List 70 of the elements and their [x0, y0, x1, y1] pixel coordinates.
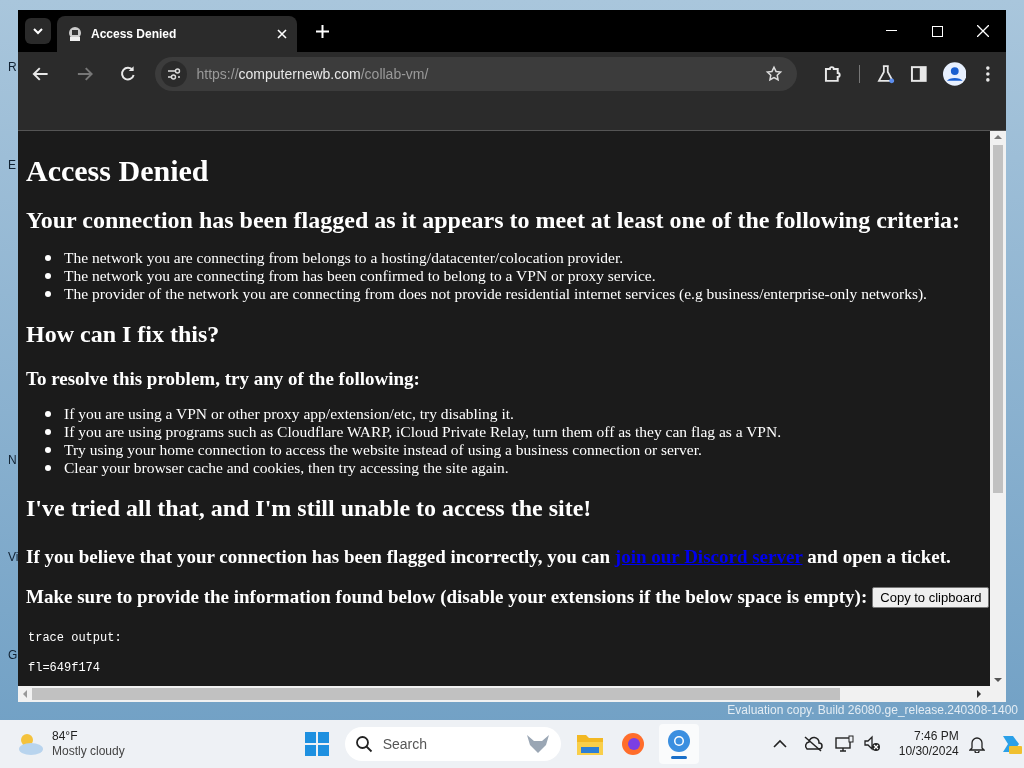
bullet-icon — [45, 429, 51, 435]
clock-time[interactable]: 7:46 PM — [914, 729, 959, 744]
maximize-icon — [931, 25, 943, 37]
folder-icon[interactable] — [576, 733, 603, 755]
minimize-icon — [885, 30, 897, 32]
browser-tab[interactable]: Access Denied — [57, 16, 297, 52]
clock-date[interactable]: 10/30/2024 — [898, 744, 959, 759]
trace-output-line: trace output: — [28, 631, 122, 645]
favicon-icon — [67, 26, 83, 42]
address-bar[interactable]: https://computernewb.com/collab-vm/ — [154, 57, 797, 91]
bullet-icon — [45, 411, 51, 417]
scrollbar-thumb[interactable] — [993, 145, 1003, 493]
scrollbar-thumb[interactable] — [32, 688, 840, 700]
windows-start-icon[interactable] — [304, 732, 329, 756]
creature-icon — [524, 733, 551, 755]
list-item-text: If you are using programs such as Cloudflare WARP, iCloud Private Relay, turn them off as they can flag as a VPN. — [64, 423, 782, 441]
copy-button[interactable]: Copy to clipboard — [872, 586, 990, 608]
section-heading: How can I fix this? — [26, 320, 220, 349]
bullet-icon — [45, 273, 51, 279]
bell-icon[interactable] — [968, 735, 985, 753]
section-heading: I've tried all that, and I'm still unable to access the site! — [26, 494, 592, 523]
speaker-muted-icon[interactable] — [862, 735, 881, 753]
vertical-scrollbar[interactable] — [990, 131, 1006, 686]
puzzle-icon[interactable] — [822, 64, 843, 84]
chevron-up-icon[interactable] — [772, 739, 787, 749]
flask-icon[interactable] — [875, 64, 896, 84]
new-tab-button[interactable] — [315, 24, 329, 38]
desktop-icon-label[interactable]: R — [8, 58, 17, 76]
desktop-icon-label[interactable]: E — [8, 156, 16, 174]
browser-icon — [666, 729, 691, 753]
desktop-icon-label[interactable]: N — [8, 451, 17, 469]
paragraph-text: Make sure to provide the information found below (disable your extensions if the below space is empty): — [26, 585, 868, 609]
cloud-off-icon[interactable] — [802, 736, 823, 752]
chevron-down-icon — [33, 27, 43, 35]
desktop-icon-label[interactable]: G — [8, 646, 18, 664]
star-icon[interactable] — [764, 65, 783, 83]
firefox-icon[interactable] — [620, 732, 645, 756]
section-heading: Your connection has been flagged as it appears to meet at least one of the following criteria: — [26, 206, 961, 235]
watermark-text: Evaluation copy. Build 26080.ge_release.240308-1400 — [727, 702, 1018, 719]
side-panel-icon[interactable] — [909, 64, 929, 84]
tab-title: Access Denied — [91, 26, 177, 43]
search-field[interactable]: Search — [344, 727, 561, 761]
page-heading: Access Denied — [26, 153, 209, 189]
weather-condition-text: Mostly cloudy — [52, 744, 125, 759]
bullet-icon — [45, 465, 51, 471]
bullet-icon — [45, 291, 51, 297]
list-item-text: Try using your home connection to access the website instead of using a business connection or server. — [64, 441, 702, 459]
horizontal-scrollbar[interactable] — [18, 686, 1006, 702]
monitor-icon[interactable] — [834, 735, 855, 753]
desktop-icon-label[interactable]: Vi — [8, 548, 19, 566]
list-item-text: The network you are connecting from belongs to a hosting/datacenter/colocation provider. — [64, 249, 624, 267]
list-item-text: Clear your browser cache and cookies, then try accessing the site again. — [64, 459, 509, 477]
trace-output-line: fl=649f174 — [28, 661, 100, 675]
tab-list-button[interactable] — [25, 18, 51, 44]
search-icon — [354, 735, 373, 753]
site-settings-icon[interactable] — [166, 68, 181, 80]
paragraph-text: If you believe that your connection has been flagged incorrectly, you can join our Discord server and open a ticket. — [26, 545, 951, 569]
list-item-text: The provider of the network you are connecting from does not provide residential internet services (e.g business/enterprise-only networks). — [64, 285, 927, 303]
url-text: https://computernewb.com/collab-vm/ — [196, 64, 429, 84]
plus-icon — [315, 24, 329, 38]
profile-avatar-icon[interactable] — [942, 62, 967, 86]
list-item-text: If you are using a VPN or other proxy app/extension/etc, try disabling it. — [64, 405, 514, 423]
list-item-text: The network you are connecting from has been confirmed to belong to a VPN or proxy service. — [64, 267, 656, 285]
bullet-icon — [45, 255, 51, 261]
browser-taskbar-button[interactable] — [658, 724, 699, 764]
bullet-icon — [45, 447, 51, 453]
close-icon — [977, 25, 989, 37]
close-tab-icon[interactable] — [277, 29, 287, 39]
temperature-text: 84°F — [52, 729, 79, 744]
subheading: To resolve this problem, try any of the following: — [26, 367, 420, 391]
